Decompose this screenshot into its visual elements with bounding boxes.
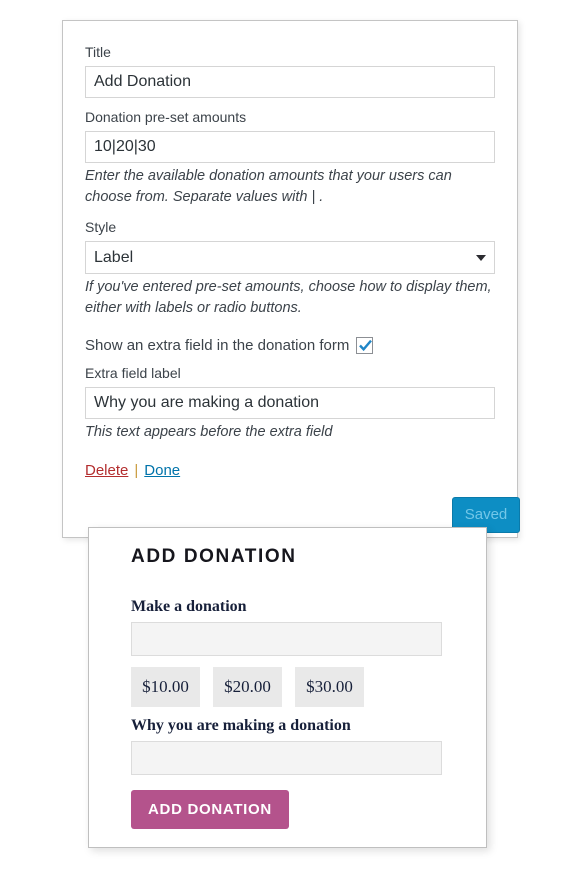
check-icon bbox=[359, 339, 373, 352]
amount-option[interactable]: $20.00 bbox=[213, 667, 282, 707]
donation-form-preview-panel: ADD DONATION Make a donation $10.00 $20.… bbox=[88, 527, 487, 848]
action-separator: | bbox=[134, 462, 139, 479]
extra-field-toggle-row[interactable]: Show an extra field in the donation form bbox=[85, 337, 495, 354]
widget-actions: Delete | Done bbox=[85, 462, 495, 479]
extra-field-label-input[interactable] bbox=[85, 387, 495, 419]
style-select-wrapper: Label bbox=[85, 241, 495, 274]
preset-amounts-help-text: Enter the available donation amounts tha… bbox=[85, 168, 452, 205]
extra-field-help-text: This text appears before the extra field bbox=[85, 424, 333, 440]
donation-form-preview: ADD DONATION Make a donation $10.00 $20.… bbox=[131, 546, 456, 829]
done-link[interactable]: Done bbox=[144, 462, 180, 479]
preview-donation-label: Make a donation bbox=[131, 598, 247, 615]
add-donation-submit-button[interactable]: ADD DONATION bbox=[131, 790, 289, 829]
delete-link[interactable]: Delete bbox=[85, 462, 128, 479]
title-field-label: Title bbox=[85, 44, 111, 60]
preview-extra-field-input[interactable] bbox=[131, 741, 442, 775]
preview-donation-amount-input[interactable] bbox=[131, 622, 442, 656]
widget-settings-form: Title Donation pre-set amounts Enter the… bbox=[85, 33, 495, 479]
preset-amounts-input[interactable] bbox=[85, 131, 495, 163]
style-help-text: If you've entered pre-set amounts, choos… bbox=[85, 279, 492, 316]
extra-field-checkbox[interactable] bbox=[356, 337, 374, 354]
extra-field-toggle-label: Show an extra field in the donation form bbox=[85, 337, 350, 354]
style-field-label: Style bbox=[85, 219, 117, 235]
amount-option[interactable]: $10.00 bbox=[131, 667, 200, 707]
amount-option[interactable]: $30.00 bbox=[295, 667, 364, 707]
preview-extra-field-label: Why you are making a donation bbox=[131, 717, 351, 734]
title-input[interactable] bbox=[85, 66, 495, 98]
preview-amount-options: $10.00 $20.00 $30.00 bbox=[131, 667, 456, 707]
preset-amounts-field-label: Donation pre-set amounts bbox=[85, 109, 247, 125]
preview-heading: ADD DONATION bbox=[131, 546, 297, 567]
style-select[interactable]: Label bbox=[85, 241, 495, 274]
donation-widget-settings-panel: Title Donation pre-set amounts Enter the… bbox=[62, 20, 520, 538]
extra-field-label-label: Extra field label bbox=[85, 365, 181, 381]
